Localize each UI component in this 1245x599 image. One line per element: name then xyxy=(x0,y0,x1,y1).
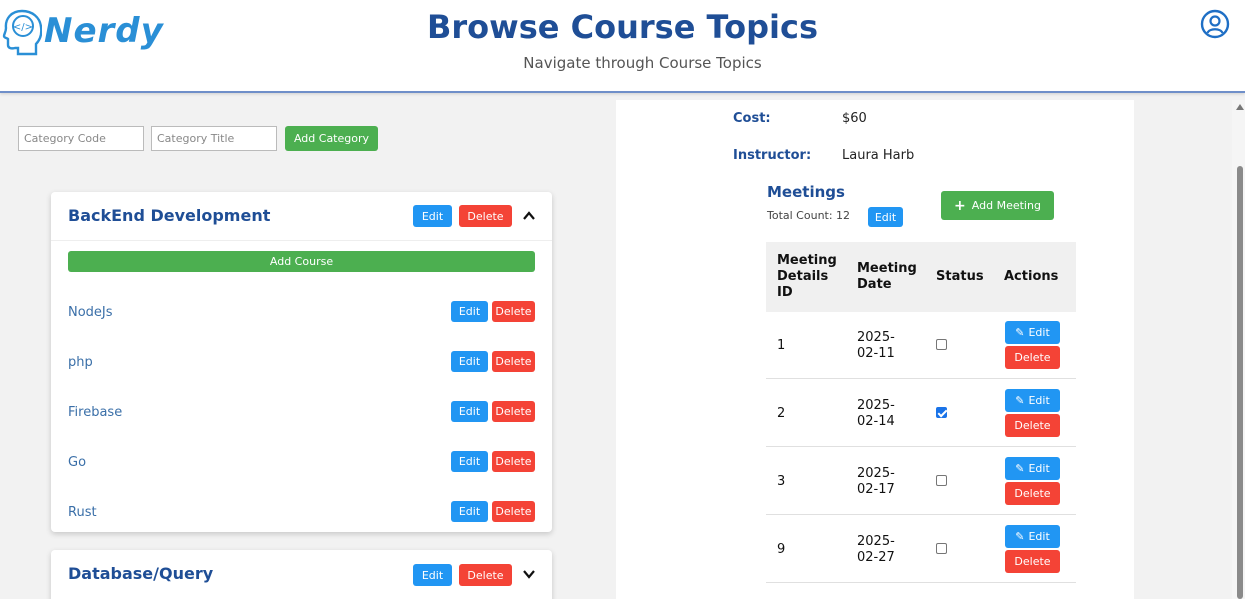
delete-category-button[interactable]: Delete xyxy=(459,205,512,227)
meeting-date: 2025- 02-11 xyxy=(857,330,895,362)
add-meeting-label: Add Meeting xyxy=(971,199,1041,212)
instructor-value: Laura Harb xyxy=(842,148,915,163)
page-subtitle: Navigate through Course Topics xyxy=(523,54,762,72)
edit-label: Edit xyxy=(1028,394,1050,407)
edit-label: Edit xyxy=(1028,326,1050,339)
edit-course-button[interactable]: Edit xyxy=(451,351,488,372)
cost-value: $60 xyxy=(842,111,867,126)
date-line: 02-27 xyxy=(857,550,895,565)
category-card: BackEnd Development Edit Delete Add Cour… xyxy=(51,192,552,532)
edit-meeting-button[interactable]: ✎ Edit xyxy=(1005,457,1060,480)
category-title: Database/Query xyxy=(68,564,214,583)
add-course-button[interactable]: Add Course xyxy=(68,251,535,272)
date-line: 02-17 xyxy=(857,482,895,497)
edit-course-button[interactable]: Edit xyxy=(451,451,488,472)
row-divider xyxy=(766,378,1076,379)
date-line: 2025- xyxy=(857,534,895,549)
meeting-id: 9 xyxy=(777,542,786,557)
app-header: </> Nerdy Browse Course Topics Navigate … xyxy=(0,0,1245,93)
column-header-line: Date xyxy=(857,277,892,292)
status-checkbox[interactable] xyxy=(936,475,947,486)
delete-course-button[interactable]: Delete xyxy=(492,351,535,372)
user-circle-icon[interactable] xyxy=(1200,9,1230,39)
scrollbar-thumb[interactable] xyxy=(1237,166,1243,599)
category-code-input[interactable] xyxy=(18,126,144,151)
edit-label: Edit xyxy=(1028,530,1050,543)
add-meeting-button[interactable]: + Add Meeting xyxy=(941,191,1054,220)
edit-meeting-button[interactable]: ✎ Edit xyxy=(1005,321,1060,344)
date-line: 02-11 xyxy=(857,346,895,361)
row-divider xyxy=(766,582,1076,583)
pencil-icon: ✎ xyxy=(1015,462,1025,475)
delete-course-button[interactable]: Delete xyxy=(492,301,535,322)
row-divider xyxy=(766,446,1076,447)
edit-category-button[interactable]: Edit xyxy=(413,564,452,586)
meeting-date: 2025- 02-27 xyxy=(857,534,895,566)
edit-meeting-button[interactable]: ✎ Edit xyxy=(1005,389,1060,412)
category-title-input[interactable] xyxy=(151,126,277,151)
delete-meeting-button[interactable]: Delete xyxy=(1005,414,1060,437)
delete-course-button[interactable]: Delete xyxy=(492,451,535,472)
course-name[interactable]: NodeJs xyxy=(68,305,113,320)
column-header-line: ID xyxy=(777,285,793,300)
page-title: Browse Course Topics xyxy=(427,8,818,46)
course-name[interactable]: Go xyxy=(68,455,86,470)
column-header-date: Meeting Date xyxy=(857,261,917,293)
delete-meeting-button[interactable]: Delete xyxy=(1005,550,1060,573)
edit-label: Edit xyxy=(1028,462,1050,475)
column-header-id: Meeting Details ID xyxy=(777,253,837,301)
meeting-date: 2025- 02-17 xyxy=(857,466,895,498)
total-count: Total Count: 12 xyxy=(767,209,851,222)
edit-course-button[interactable]: Edit xyxy=(451,301,488,322)
edit-meeting-button[interactable]: ✎ Edit xyxy=(1005,525,1060,548)
status-checkbox[interactable] xyxy=(936,339,947,350)
category-title: BackEnd Development xyxy=(68,206,271,225)
meetings-title: Meetings xyxy=(767,183,845,201)
date-line: 2025- xyxy=(857,398,895,413)
pencil-icon: ✎ xyxy=(1015,326,1025,339)
delete-meeting-button[interactable]: Delete xyxy=(1005,482,1060,505)
plus-icon: + xyxy=(954,197,966,214)
course-name[interactable]: Firebase xyxy=(68,405,122,420)
meeting-id: 2 xyxy=(777,406,786,421)
divider xyxy=(51,240,552,241)
delete-course-button[interactable]: Delete xyxy=(492,401,535,422)
status-checkbox[interactable] xyxy=(936,543,947,554)
row-divider xyxy=(766,514,1076,515)
column-header-line: Meeting xyxy=(777,253,837,268)
course-name[interactable]: php xyxy=(68,355,93,370)
meeting-id: 1 xyxy=(777,338,786,353)
date-line: 2025- xyxy=(857,330,895,345)
column-header-line: Meeting xyxy=(857,261,917,276)
add-category-button[interactable]: Add Category xyxy=(285,126,378,151)
edit-course-button[interactable]: Edit xyxy=(451,501,488,522)
chevron-up-icon[interactable] xyxy=(522,209,536,223)
chevron-down-icon[interactable] xyxy=(522,567,536,581)
date-line: 2025- xyxy=(857,466,895,481)
status-checkbox[interactable] xyxy=(936,407,947,418)
category-card: Database/Query Edit Delete xyxy=(51,550,552,599)
meeting-date: 2025- 02-14 xyxy=(857,398,895,430)
edit-total-count-button[interactable]: Edit xyxy=(868,207,903,227)
scroll-up-arrow-icon[interactable] xyxy=(1236,104,1244,110)
date-line: 02-14 xyxy=(857,414,895,429)
column-header-actions: Actions xyxy=(1004,269,1059,284)
pencil-icon: ✎ xyxy=(1015,394,1025,407)
meeting-id: 3 xyxy=(777,474,786,489)
edit-category-button[interactable]: Edit xyxy=(413,205,452,227)
column-header-status: Status xyxy=(936,269,984,284)
pencil-icon: ✎ xyxy=(1015,530,1025,543)
delete-meeting-button[interactable]: Delete xyxy=(1005,346,1060,369)
column-header-line: Details xyxy=(777,269,829,284)
instructor-label: Instructor: xyxy=(733,148,812,163)
delete-category-button[interactable]: Delete xyxy=(459,564,512,586)
cost-label: Cost: xyxy=(733,111,771,126)
course-name[interactable]: Rust xyxy=(68,505,97,520)
delete-course-button[interactable]: Delete xyxy=(492,501,535,522)
edit-course-button[interactable]: Edit xyxy=(451,401,488,422)
